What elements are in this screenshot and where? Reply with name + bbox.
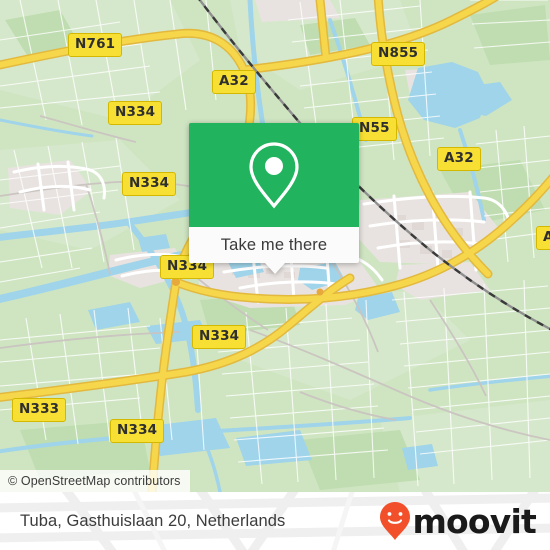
road-shield-a32-north[interactable]: A32 [212,70,256,94]
popup-marker-panel [189,123,359,227]
location-address: Tuba, Gasthuislaan 20, Netherlands [20,511,286,530]
road-shield-n334-a[interactable]: N334 [108,101,163,125]
road-shield-a32-east[interactable]: A32 [437,147,481,171]
road-shield-n333[interactable]: N333 [12,398,67,422]
road-shield-n334-d[interactable]: N334 [192,325,247,349]
road-shield-n334-e[interactable]: N334 [110,419,165,443]
popup-tail [265,263,285,274]
map-pin-icon [249,142,299,209]
map-canvas[interactable]: N761 A32 N855 N334 N55 A32 N334 A3 N334 … [0,0,550,492]
map-screen: N761 A32 N855 N334 N55 A32 N334 A3 N334 … [0,0,550,550]
osm-attribution[interactable]: © OpenStreetMap contributors [0,470,190,492]
road-shield-n855[interactable]: N855 [371,42,426,66]
road-shield-n761[interactable]: N761 [68,33,123,57]
destination-popup[interactable]: Take me there [189,123,359,274]
take-me-there-label: Take me there [220,235,328,254]
moovit-wordmark: moovit [412,501,536,541]
footer-bar: Tuba, Gasthuislaan 20, Netherlands moovi… [0,492,550,550]
moovit-logo[interactable]: moovit [379,501,537,541]
moovit-pin-icon [380,502,411,540]
road-shield-n334-b[interactable]: N334 [122,172,177,196]
take-me-there-button[interactable]: Take me there [189,227,359,263]
road-shield-a3-edge[interactable]: A3 [536,226,550,250]
